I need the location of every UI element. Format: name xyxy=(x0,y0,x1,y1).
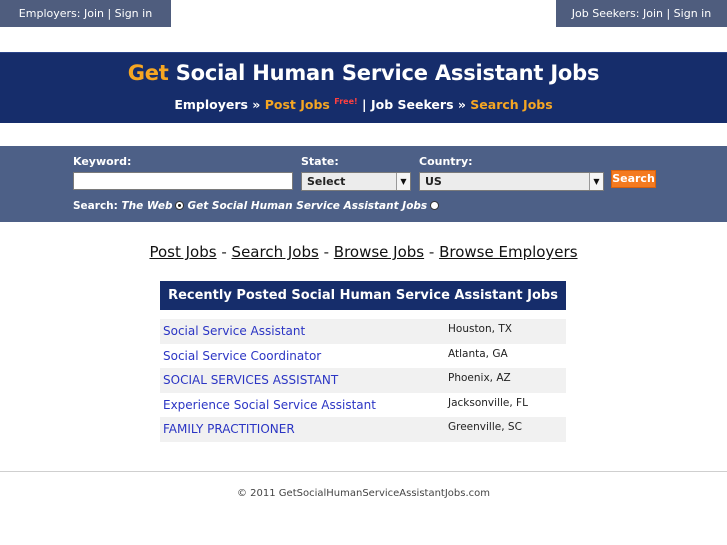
post-jobs-link[interactable]: Post Jobs xyxy=(149,243,216,261)
job-row: Experience Social Service Assistant Jack… xyxy=(160,393,566,418)
job-row: SOCIAL SERVICES ASSISTANT Phoenix, AZ xyxy=(160,368,566,393)
nav-post-jobs-link[interactable]: Post Jobs xyxy=(265,97,330,112)
job-location: Jacksonville, FL xyxy=(448,396,528,409)
recent-jobs-list: Social Service Assistant Houston, TX Soc… xyxy=(160,319,566,442)
job-location: Atlanta, GA xyxy=(448,347,508,360)
job-title-link[interactable]: Experience Social Service Assistant xyxy=(163,398,376,412)
main-links: Post Jobs - Search Jobs - Browse Jobs - … xyxy=(0,243,727,261)
jobseekers-join-signin-text[interactable]: Job Seekers: Join | Sign in xyxy=(572,7,711,20)
keyword-input[interactable] xyxy=(73,172,293,190)
footer-divider xyxy=(0,471,727,472)
jobseekers-join-signin-link[interactable]: Job Seekers: Join | Sign in xyxy=(556,0,727,27)
title-main: Social Human Service Assistant Jobs xyxy=(175,61,600,85)
link-separator: - xyxy=(323,243,329,261)
employers-join-signin-text[interactable]: Employers: Join | Sign in xyxy=(19,7,152,20)
search-scope: Search: The Web Get Social Human Service … xyxy=(73,200,442,212)
employers-join-signin-link[interactable]: Employers: Join | Sign in xyxy=(0,0,171,27)
chevron-down-icon: ▼ xyxy=(396,173,410,190)
job-title-link[interactable]: FAMILY PRACTITIONER xyxy=(163,422,295,436)
country-select[interactable]: US ▼ xyxy=(419,172,604,191)
state-select[interactable]: Select ▼ xyxy=(301,172,411,191)
job-row: Social Service Assistant Houston, TX xyxy=(160,319,566,344)
nav-separator: | xyxy=(362,97,367,113)
country-label: Country: xyxy=(419,155,473,168)
browse-employers-link[interactable]: Browse Employers xyxy=(439,243,577,261)
free-badge: Free! xyxy=(334,97,358,106)
header-nav: Employers » Post Jobs Free! | Job Seeker… xyxy=(0,97,727,112)
job-title-link[interactable]: SOCIAL SERVICES ASSISTANT xyxy=(163,373,338,387)
search-scope-label: Search: xyxy=(73,200,118,212)
job-row: FAMILY PRACTITIONER Greenville, SC xyxy=(160,417,566,442)
nav-jobseekers-label: Job Seekers » xyxy=(370,97,466,113)
job-title-link[interactable]: Social Service Coordinator xyxy=(163,349,321,363)
nav-search-jobs-link[interactable]: Search Jobs xyxy=(470,97,552,112)
header-banner: Get Social Human Service Assistant Jobs … xyxy=(0,52,727,123)
radio-web[interactable] xyxy=(175,201,185,210)
country-select-value: US xyxy=(425,175,442,188)
job-row: Social Service Coordinator Atlanta, GA xyxy=(160,344,566,369)
search-option-web-label: The Web xyxy=(121,200,173,212)
link-separator: - xyxy=(221,243,227,261)
top-bar: Employers: Join | Sign in Job Seekers: J… xyxy=(0,0,727,27)
title-get: Get xyxy=(127,61,169,85)
chevron-down-icon: ▼ xyxy=(589,173,603,190)
page-title: Get Social Human Service Assistant Jobs xyxy=(0,61,727,85)
job-location: Greenville, SC xyxy=(448,421,522,433)
radio-site[interactable] xyxy=(430,201,440,210)
search-button[interactable]: Search xyxy=(611,170,656,188)
job-location: Houston, TX xyxy=(448,323,512,335)
link-separator: - xyxy=(428,243,435,261)
search-jobs-link[interactable]: Search Jobs xyxy=(232,243,319,261)
keyword-label: Keyword: xyxy=(73,155,132,168)
footer-copyright: © 2011 GetSocialHumanServiceAssistantJob… xyxy=(236,488,491,499)
browse-jobs-link[interactable]: Browse Jobs xyxy=(334,243,424,261)
job-location: Phoenix, AZ xyxy=(448,372,511,384)
recent-jobs-heading: Recently Posted Social Human Service Ass… xyxy=(160,281,566,310)
job-title-link[interactable]: Social Service Assistant xyxy=(163,324,305,338)
search-option-site-label: Get Social Human Service Assistant Jobs xyxy=(187,200,428,212)
state-label: State: xyxy=(301,155,339,168)
state-select-value: Select xyxy=(307,175,346,188)
nav-employers-label: Employers » xyxy=(174,97,261,113)
